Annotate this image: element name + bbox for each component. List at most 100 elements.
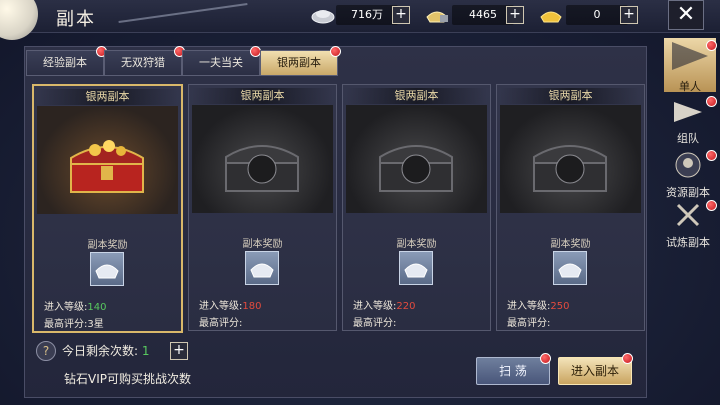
locked-chest-icon [225,145,299,192]
tab-label: 无双狩猎 [121,56,165,69]
dungeon-card-3[interactable]: 银两副本 副本奖励 进入等级:220 最高评分: [342,84,491,331]
red-dot-icon [706,150,717,161]
red-dot-icon [706,96,717,107]
remaining-value: 1 [141,344,150,358]
card-art [500,105,641,213]
sweep-button[interactable]: 扫 荡 [476,357,550,385]
reward-label: 副本奖励 [242,239,283,250]
card-title: 银两副本 [192,88,333,104]
sidebar-item-single[interactable]: 单人 [664,38,716,93]
tab-exp-dungeon[interactable]: 经验副本 [26,50,104,76]
page-title: 副本 [56,9,96,30]
branch-decoration [118,2,248,24]
silver-ingot-icon [250,263,274,278]
silver-value: 716万 [336,5,398,25]
team-flag-icon [674,102,702,122]
best-score: 最高评分: [199,314,242,329]
bound-ingot-value: 4465 [452,5,514,25]
silver-ingot-icon [558,263,582,278]
locked-chest-icon [533,145,607,192]
reward-item[interactable] [553,251,587,285]
card-title: 银两副本 [346,88,487,104]
sidebar-item-resource[interactable]: 资源副本 [664,150,712,200]
sidebar-label: 单人 [679,80,701,93]
sidebar-item-team[interactable]: 组队 [664,100,712,146]
silver-ingot-lock-icon [426,11,448,23]
level-label: 进入等级: [507,301,551,312]
dungeon-card-2[interactable]: 银两副本 副本奖励 进入等级:180 最高评分: [188,84,337,331]
bound-ingot-currency: 4465 + [424,5,524,25]
tab-label: 一夫当关 [199,56,243,69]
resource-dungeon-icon [675,152,701,178]
add-silver-button[interactable]: + [392,6,410,24]
red-dot-icon [330,46,341,57]
red-dot-icon [706,200,717,211]
level-value: 220 [396,301,416,312]
red-dot-icon [622,353,633,364]
silver-ingot-icon [95,264,119,279]
sidebar-label: 资源副本 [666,186,710,199]
red-dot-icon [706,40,717,51]
level-label: 进入等级: [199,301,243,312]
buy-attempts: + [170,341,190,361]
score-label: 最高评分: [44,319,88,330]
add-bound-ingot-button[interactable]: + [506,6,524,24]
reward-label: 副本奖励 [550,239,591,250]
close-button[interactable]: ✕ [668,0,704,30]
card-title: 银两副本 [37,89,178,105]
reward-item[interactable] [399,251,433,285]
gold-ingot-icon [540,11,562,23]
enter-dungeon-button[interactable]: 进入副本 [558,357,632,385]
card-art [192,105,333,213]
locked-chest-icon [379,145,453,192]
sidebar-label: 试炼副本 [666,236,710,249]
tab-silver-dungeon[interactable]: 银两副本 [260,50,338,76]
entry-level: 进入等级:140 [44,298,106,313]
sidebar-item-trial[interactable]: 试炼副本 [664,200,712,250]
best-score: 最高评分: [507,314,550,329]
tab-label: 经验副本 [43,56,87,69]
silver-currency: 716万 + [310,5,410,25]
top-bar: 副本 716万 + 4465 + 0 + ✕ [0,0,720,40]
level-value: 140 [87,302,107,313]
entry-level: 进入等级:180 [199,297,261,312]
reward-label: 副本奖励 [396,239,437,250]
remaining-label: 今日剩余次数: [62,344,139,358]
reward-item[interactable] [245,251,279,285]
entry-level: 进入等级:250 [507,297,569,312]
tab-hunting[interactable]: 无双狩猎 [104,50,182,76]
level-value: 250 [550,301,570,312]
reward-item[interactable] [90,252,124,286]
level-label: 进入等级: [353,301,397,312]
treasure-chest-icon [70,140,144,193]
reward-label: 副本奖励 [87,240,128,251]
remaining-attempts: 今日剩余次数: 1 [62,342,150,359]
silver-coin-icon [311,10,335,24]
sidebar-label: 组队 [677,132,699,145]
gold-ingot-value: 0 [566,5,628,25]
dungeon-card-1[interactable]: 银两副本 副本奖励 进入等级:140 最高评分:3星 [32,84,183,333]
red-dot-icon [540,353,551,364]
buy-attempts-button[interactable]: + [170,342,188,360]
silver-ingot-icon [404,263,428,278]
card-title: 银两副本 [500,88,641,104]
level-value: 180 [242,301,262,312]
best-score: 最高评分:3星 [44,315,104,330]
score-label: 最高评分: [199,318,243,329]
dungeon-card-4[interactable]: 银两副本 副本奖励 进入等级:250 最高评分: [496,84,645,331]
level-label: 进入等级: [44,302,88,313]
score-label: 最高评分: [353,318,397,329]
trial-swords-icon [676,203,700,227]
entry-level: 进入等级:220 [353,297,415,312]
score-value: 3星 [87,319,104,330]
card-art [346,105,487,213]
gold-ingot-currency: 0 + [538,5,638,25]
card-art [37,106,178,214]
best-score: 最高评分: [353,314,396,329]
tab-label: 银两副本 [277,56,321,69]
score-label: 最高评分: [507,318,551,329]
help-button[interactable]: ? [36,341,56,361]
tab-one-guard[interactable]: 一夫当关 [182,50,260,76]
vip-note: 钻石VIP可购买挑战次数 [64,372,191,386]
add-gold-ingot-button[interactable]: + [620,6,638,24]
